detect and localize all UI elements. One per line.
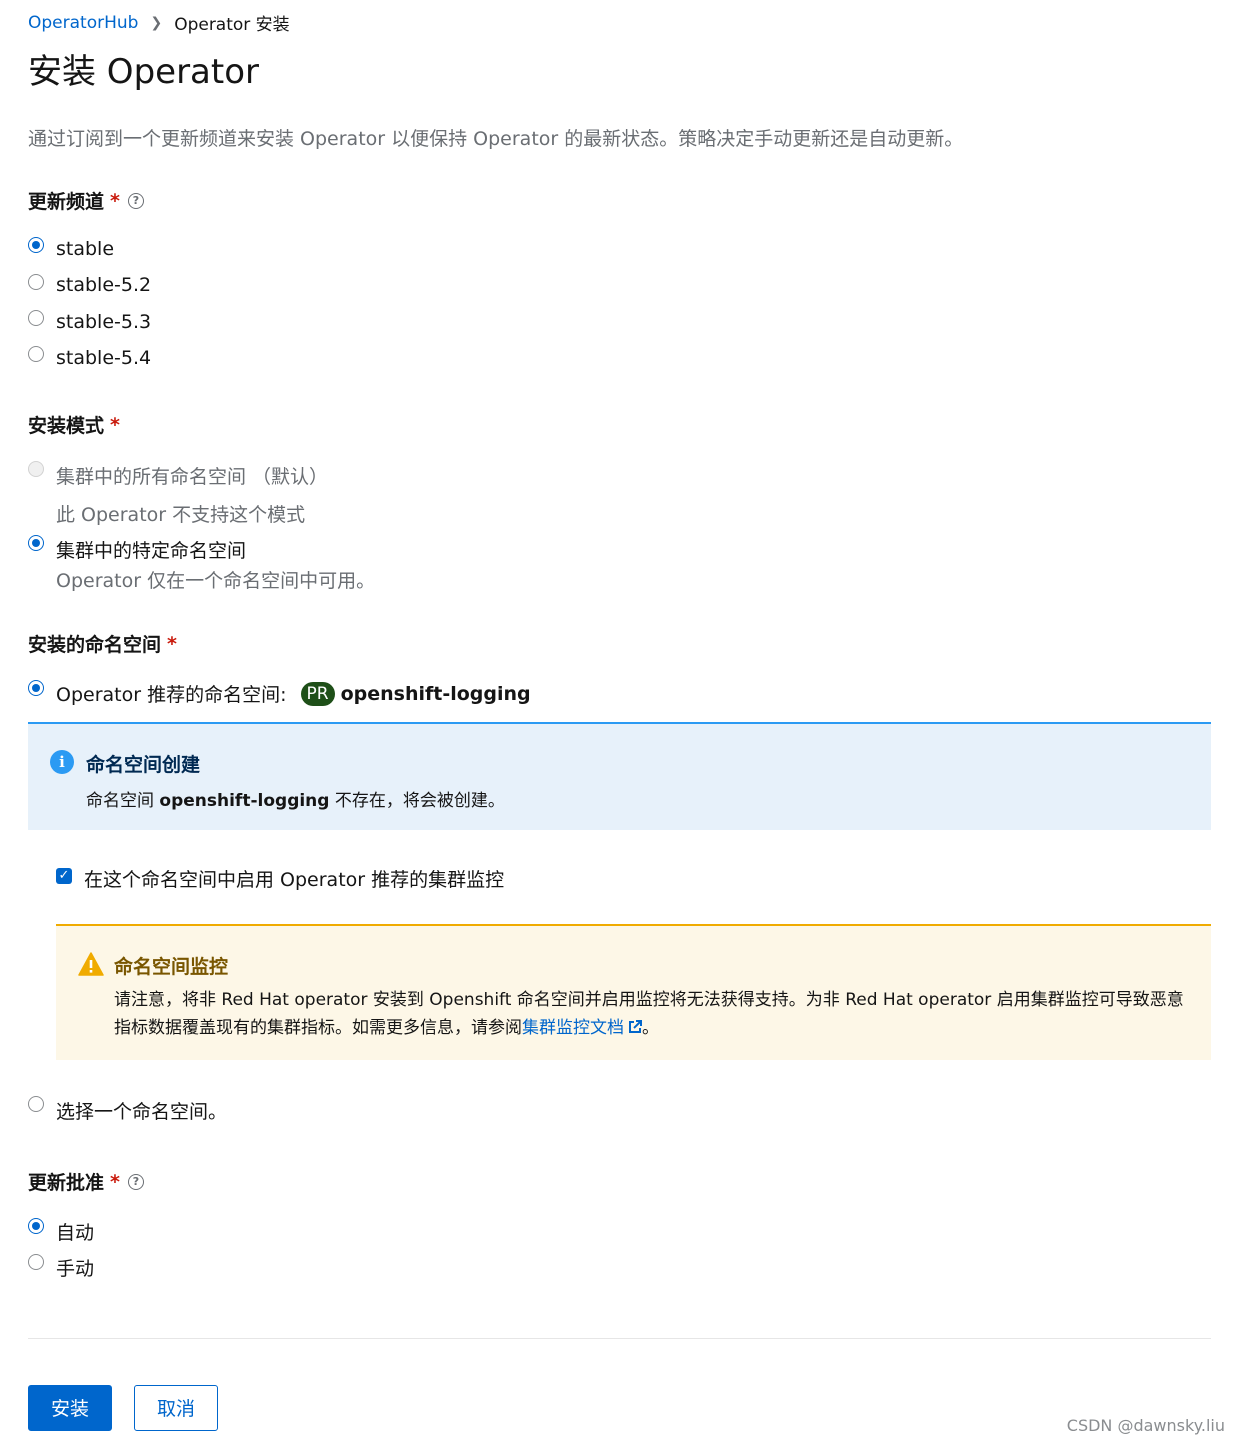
radio-channel-stable-5-4[interactable] <box>28 346 44 362</box>
recommended-namespace-label: Operator 推荐的命名空间: <box>56 684 287 706</box>
channel-option-label[interactable]: stable-5.3 <box>56 311 151 333</box>
required-mark: * <box>110 189 120 212</box>
info-alert-body: 命名空间 openshift-logging 不存在，将会被创建。 <box>86 786 505 811</box>
info-alert-title: 命名空间创建 <box>86 754 201 776</box>
recommended-namespace-name: openshift-logging <box>340 682 531 705</box>
select-namespace-label[interactable]: 选择一个命名空间。 <box>56 1097 227 1124</box>
info-circle-icon: i <box>50 750 74 774</box>
all-namespaces-note: 此 Operator 不支持这个模式 <box>56 504 306 526</box>
info-alert-body-prefix: 命名空间 <box>86 791 154 811</box>
channel-option-label[interactable]: stable-5.2 <box>56 274 151 296</box>
update-channel-label-text: 更新频道 <box>28 191 105 213</box>
installed-namespace-label: 安装的命名空间 * <box>28 630 177 657</box>
cluster-monitoring-docs-link-text[interactable]: 集群监控文档 <box>522 1018 624 1038</box>
enable-monitoring-label[interactable]: 在这个命名空间中启用 Operator 推荐的集群监控 <box>84 865 504 892</box>
all-namespaces-label: 集群中的所有命名空间 （默认） <box>56 466 329 488</box>
specific-namespace-label[interactable]: 集群中的特定命名空间 <box>56 536 246 563</box>
external-link-icon[interactable] <box>628 1020 642 1034</box>
radio-recommended-namespace[interactable] <box>28 680 44 696</box>
installed-namespace-label-text: 安装的命名空间 <box>28 634 162 656</box>
channel-option-label[interactable]: stable-5.4 <box>56 347 151 369</box>
breadcrumb-current: Operator 安装 <box>174 15 290 35</box>
radio-specific-namespace[interactable] <box>28 535 44 551</box>
recommended-namespace-option[interactable]: Operator 推荐的命名空间: PR openshift-logging <box>56 680 531 707</box>
page-title: 安装 Operator <box>28 52 259 92</box>
install-mode-label-text: 安装模式 <box>28 415 105 437</box>
enable-monitoring-checkbox[interactable]: ✓ <box>56 868 72 884</box>
help-icon[interactable]: ? <box>127 1173 144 1190</box>
divider <box>28 1338 1211 1339</box>
radio-select-namespace[interactable] <box>28 1096 44 1112</box>
breadcrumb-operatorhub-link[interactable]: OperatorHub <box>28 13 138 33</box>
specific-namespace-note: Operator 仅在一个命名空间中可用。 <box>56 570 376 592</box>
install-mode-label: 安装模式 * <box>28 411 120 438</box>
page-description: 通过订阅到一个更新频道来安装 Operator 以便保持 Operator 的最… <box>28 128 964 150</box>
radio-channel-stable-5-3[interactable] <box>28 310 44 326</box>
required-mark: * <box>110 1170 120 1193</box>
warning-triangle-icon <box>78 952 104 976</box>
breadcrumb: OperatorHub ❯ Operator 安装 <box>28 10 290 36</box>
watermark: CSDN @dawnsky.liu <box>1066 1416 1225 1435</box>
warning-alert-title: 命名空间监控 <box>114 956 229 978</box>
radio-all-namespaces <box>28 461 44 477</box>
required-mark: * <box>110 413 120 436</box>
radio-approval-automatic[interactable] <box>28 1218 44 1234</box>
project-badge: PR <box>300 681 335 706</box>
namespace-monitoring-alert: 命名空间监控 请注意，将非 Red Hat operator 安装到 Opens… <box>56 924 1211 1060</box>
required-mark: * <box>167 632 177 655</box>
cluster-monitoring-docs-link[interactable]: 集群监控文档 <box>522 1018 642 1038</box>
warning-alert-end: 。 <box>642 1018 659 1038</box>
radio-channel-stable-5-2[interactable] <box>28 274 44 290</box>
info-alert-body-suffix: 不存在，将会被创建。 <box>334 791 505 811</box>
cancel-button[interactable]: 取消 <box>134 1385 218 1431</box>
update-approval-label: 更新批准 * ? <box>28 1168 144 1195</box>
info-alert-namespace: openshift-logging <box>159 791 330 811</box>
approval-option-label[interactable]: 手动 <box>56 1254 94 1281</box>
radio-channel-stable[interactable] <box>28 237 44 253</box>
namespace-creation-alert: i 命名空间创建 命名空间 openshift-logging 不存在，将会被创… <box>28 722 1211 830</box>
channel-option-label[interactable]: stable <box>56 238 114 260</box>
install-button[interactable]: 安装 <box>28 1385 112 1431</box>
help-icon[interactable]: ? <box>127 192 144 209</box>
radio-approval-manual[interactable] <box>28 1254 44 1270</box>
update-channel-label: 更新频道 * ? <box>28 187 144 214</box>
update-approval-label-text: 更新批准 <box>28 1172 105 1194</box>
chevron-right-icon: ❯ <box>150 14 163 31</box>
approval-option-label[interactable]: 自动 <box>56 1218 94 1245</box>
warning-alert-body: 请注意，将非 Red Hat operator 安装到 Openshift 命名… <box>114 986 1189 1042</box>
